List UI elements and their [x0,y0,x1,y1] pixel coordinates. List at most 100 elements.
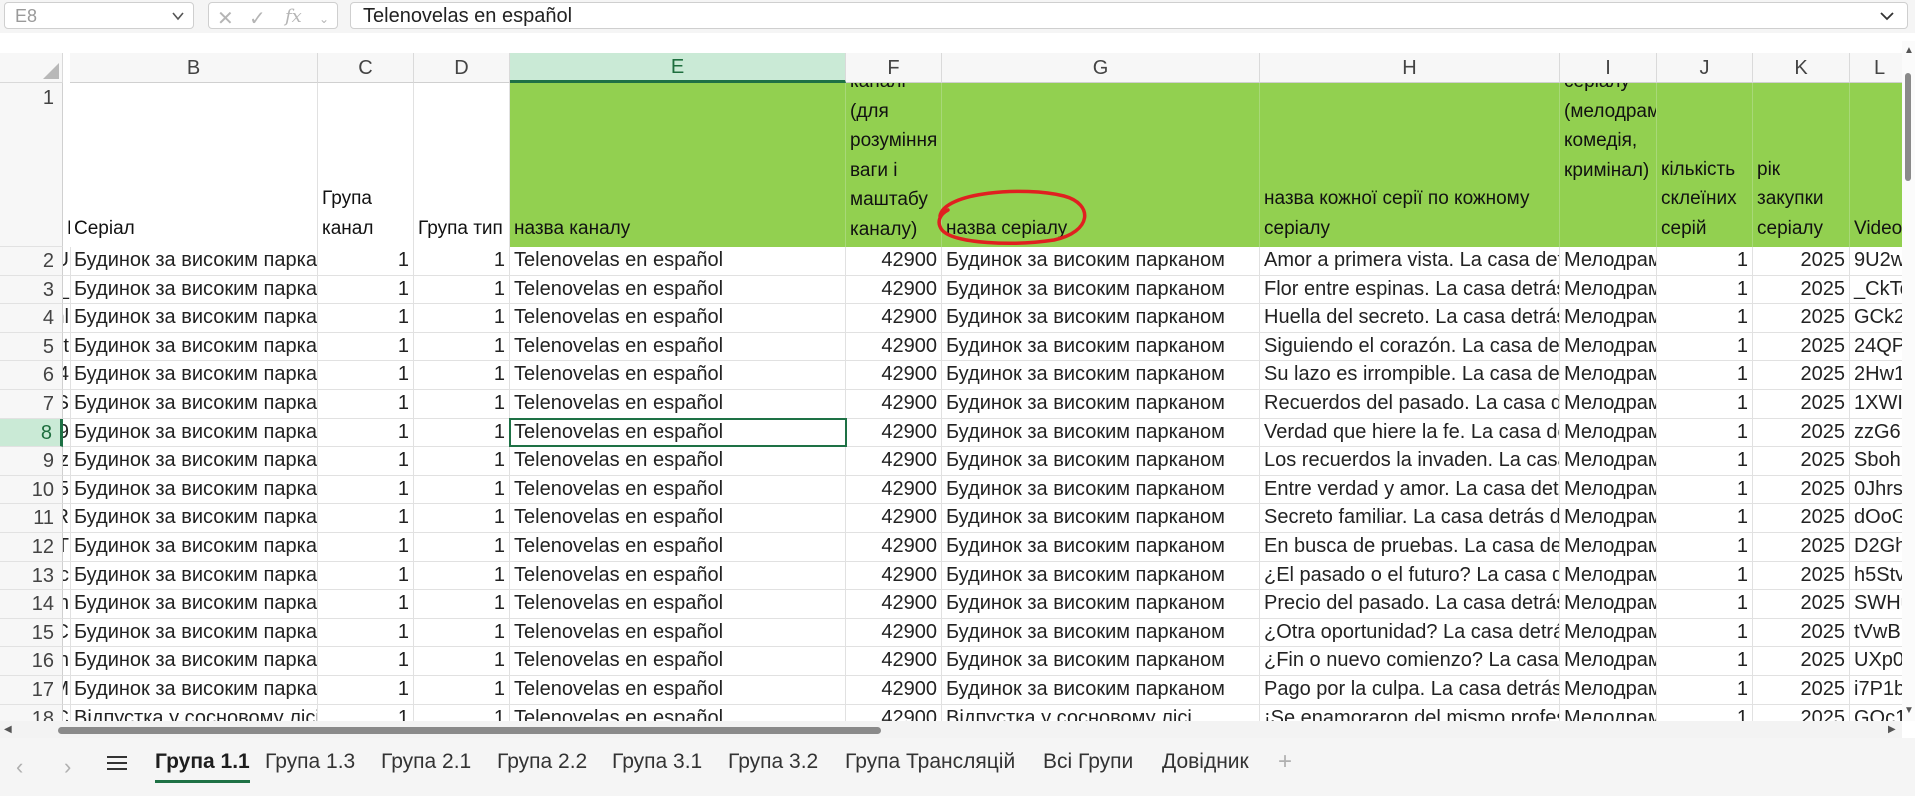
cell-f[interactable]: 42900 [846,390,942,419]
row-header[interactable]: 3 [0,275,63,305]
cell-f[interactable]: 42900 [846,247,942,276]
cell-k[interactable]: 2025 [1753,418,1850,448]
cell-e[interactable]: Telenovelas en español [510,447,846,476]
vertical-scrollbar[interactable]: ▲ ▼ [1902,41,1915,721]
cell-j[interactable]: 1 [1657,561,1753,591]
sheet-tab[interactable]: Група 1.3 [265,750,355,774]
cell-b[interactable]: Будинок за високим парканом [70,561,318,591]
cell-h[interactable]: ¿El pasado o el futuro? La casa detrás d… [1260,561,1560,591]
sheet-tab[interactable]: Група 1.1 [155,750,250,783]
cell-j[interactable]: 1 [1657,361,1753,390]
cell-e[interactable]: Telenovelas en español [510,247,846,276]
cell-e[interactable]: Telenovelas en español [510,676,846,705]
confirm-icon[interactable]: ✓ [249,6,266,31]
cell-f[interactable]: 42900 [846,361,942,390]
cell-f[interactable]: 42900 [846,704,942,721]
column-header-c[interactable]: C [318,53,414,83]
cell-j[interactable]: 1 [1657,304,1753,333]
cell-k[interactable]: 2025 [1753,332,1850,362]
cell-l[interactable]: UXp0 [1850,647,1902,676]
cell-j[interactable]: 1 [1657,504,1753,533]
cell-f[interactable]: 42900 [846,418,942,448]
cell-e[interactable]: Telenovelas en español [510,361,846,390]
cell-b[interactable]: Будинок за високим парканом [70,361,318,390]
cell-j[interactable]: 1 [1657,647,1753,676]
header-cell-l[interactable]: Video [1850,83,1902,247]
sheet-tab[interactable]: Група 3.2 [728,750,818,774]
horizontal-scroll-thumb[interactable] [58,727,881,734]
cell-d[interactable]: 1 [414,618,510,648]
cell-d[interactable]: 1 [414,647,510,676]
cell-g[interactable]: Будинок за високим парканом [942,590,1260,619]
header-cell-c[interactable]: Група канал [318,83,414,247]
cell-e[interactable]: Telenovelas en español [510,561,846,591]
function-icon[interactable]: fx [285,6,302,27]
header-cell-g[interactable]: назва серіалу [942,83,1260,247]
horizontal-scrollbar[interactable]: ◀ ▶ [0,721,1902,738]
sheet-tab[interactable]: Група 2.1 [381,750,471,774]
cell-g[interactable]: Будинок за високим парканом [942,504,1260,533]
cell-d[interactable]: 1 [414,475,510,505]
cell-b[interactable]: Будинок за високим парканом [70,618,318,648]
cell-h[interactable]: Huella del secreto. La casa detrás del m… [1260,304,1560,333]
cell-j[interactable]: 1 [1657,676,1753,705]
cell-d[interactable]: 1 [414,304,510,333]
cell-d[interactable]: 1 [414,590,510,619]
cell-l[interactable]: 2Hw1 [1850,361,1902,390]
cell-d[interactable]: 1 [414,704,510,721]
cell-d[interactable]: 1 [414,561,510,591]
cell-f[interactable]: 42900 [846,618,942,648]
cell-c[interactable]: 1 [318,504,414,533]
cell-h[interactable]: ¿Otra oportunidad? La casa detrás del mu… [1260,618,1560,648]
cell-d[interactable]: 1 [414,332,510,362]
row-header[interactable]: 9 [0,447,63,476]
cell-f[interactable]: 42900 [846,676,942,705]
cell-c[interactable]: 1 [318,590,414,619]
column-header-l[interactable]: L [1850,53,1902,83]
column-header-d[interactable]: D [414,53,510,83]
cell-i[interactable]: Мелодрама [1560,475,1657,505]
next-sheet-icon[interactable]: › [64,754,71,780]
cell-l[interactable]: h5Stv [1850,562,1902,591]
cell-c[interactable]: 1 [318,247,414,276]
cell-c[interactable]: 1 [318,647,414,676]
cell-e[interactable]: Telenovelas en español [510,304,846,333]
cell-h[interactable]: Precio del pasado. La casa detrás del mu… [1260,590,1560,619]
row-header[interactable]: 1 [0,83,63,247]
header-cell-b[interactable]: Серіал [70,83,318,247]
cell-l[interactable]: tVwB [1850,619,1902,648]
cell-c[interactable]: 1 [318,332,414,362]
select-all-corner[interactable] [0,53,63,83]
row-header[interactable]: 16 [0,647,63,676]
cell-k[interactable]: 2025 [1753,647,1850,676]
cell-k[interactable]: 2025 [1753,590,1850,619]
cell-k[interactable]: 2025 [1753,361,1850,390]
header-cell-e[interactable]: назва каналу [510,83,846,247]
row-header[interactable]: 4 [0,304,63,333]
cancel-icon[interactable]: ✕ [217,6,234,31]
cell-i[interactable]: Мелодрама [1560,247,1657,276]
chevron-down-icon[interactable]: ⌄ [319,12,329,26]
cell-g[interactable]: Будинок за високим парканом [942,390,1260,419]
row-header[interactable]: 12 [0,533,63,562]
cell-b[interactable]: Будинок за високим парканом [70,418,318,448]
row-header[interactable]: 11 [0,504,63,533]
cell-b[interactable]: Будинок за високим парканом [70,390,318,419]
cell-j[interactable]: 1 [1657,533,1753,562]
cell-h[interactable]: ¿Fin o nuevo comienzo? La casa detrás de… [1260,647,1560,676]
cell-d[interactable]: 1 [414,504,510,533]
cell-e[interactable]: Telenovelas en español [510,704,846,721]
cell-f[interactable]: 42900 [846,504,942,533]
cell-l[interactable]: 9U2w [1850,247,1902,276]
cell-b[interactable]: Будинок за високим парканом [70,533,318,562]
add-sheet-icon[interactable]: + [1278,748,1292,776]
row-header[interactable]: 2 [0,247,63,276]
header-cell-h[interactable]: назва кожної серії по кожному серіалу [1260,83,1560,247]
cell-i[interactable]: Мелодрама [1560,533,1657,562]
sheet-tab[interactable]: Всі Групи [1043,750,1133,774]
cell-c[interactable]: 1 [318,475,414,505]
cell-i[interactable]: Мелодрама [1560,418,1657,448]
cell-e[interactable]: Telenovelas en español [510,475,846,505]
cell-h[interactable]: Su lazo es irrompible. La casa detrás de… [1260,361,1560,390]
cell-l[interactable]: D2Gh [1850,533,1902,562]
